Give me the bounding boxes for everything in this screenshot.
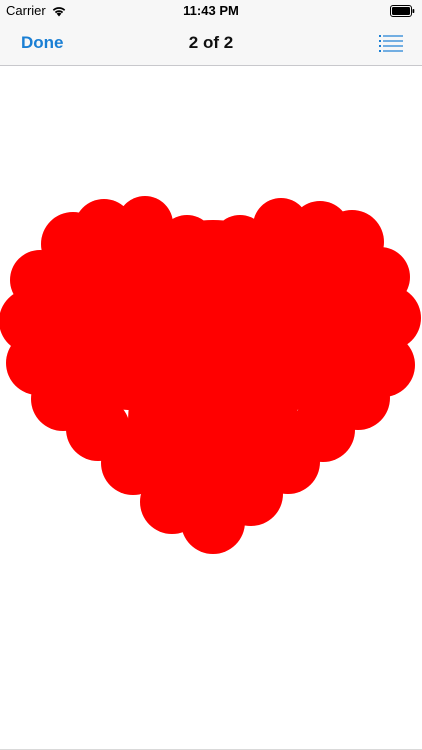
battery-icon (390, 5, 415, 17)
heart-shape (0, 196, 421, 554)
done-button[interactable]: Done (21, 33, 64, 53)
list-button[interactable] (379, 34, 403, 52)
content-area (0, 66, 422, 749)
status-time: 11:43 PM (183, 3, 239, 18)
navigation-bar: Done 2 of 2 (0, 22, 422, 66)
status-bar: Carrier 11:43 PM (0, 0, 422, 22)
list-icon (379, 35, 403, 52)
